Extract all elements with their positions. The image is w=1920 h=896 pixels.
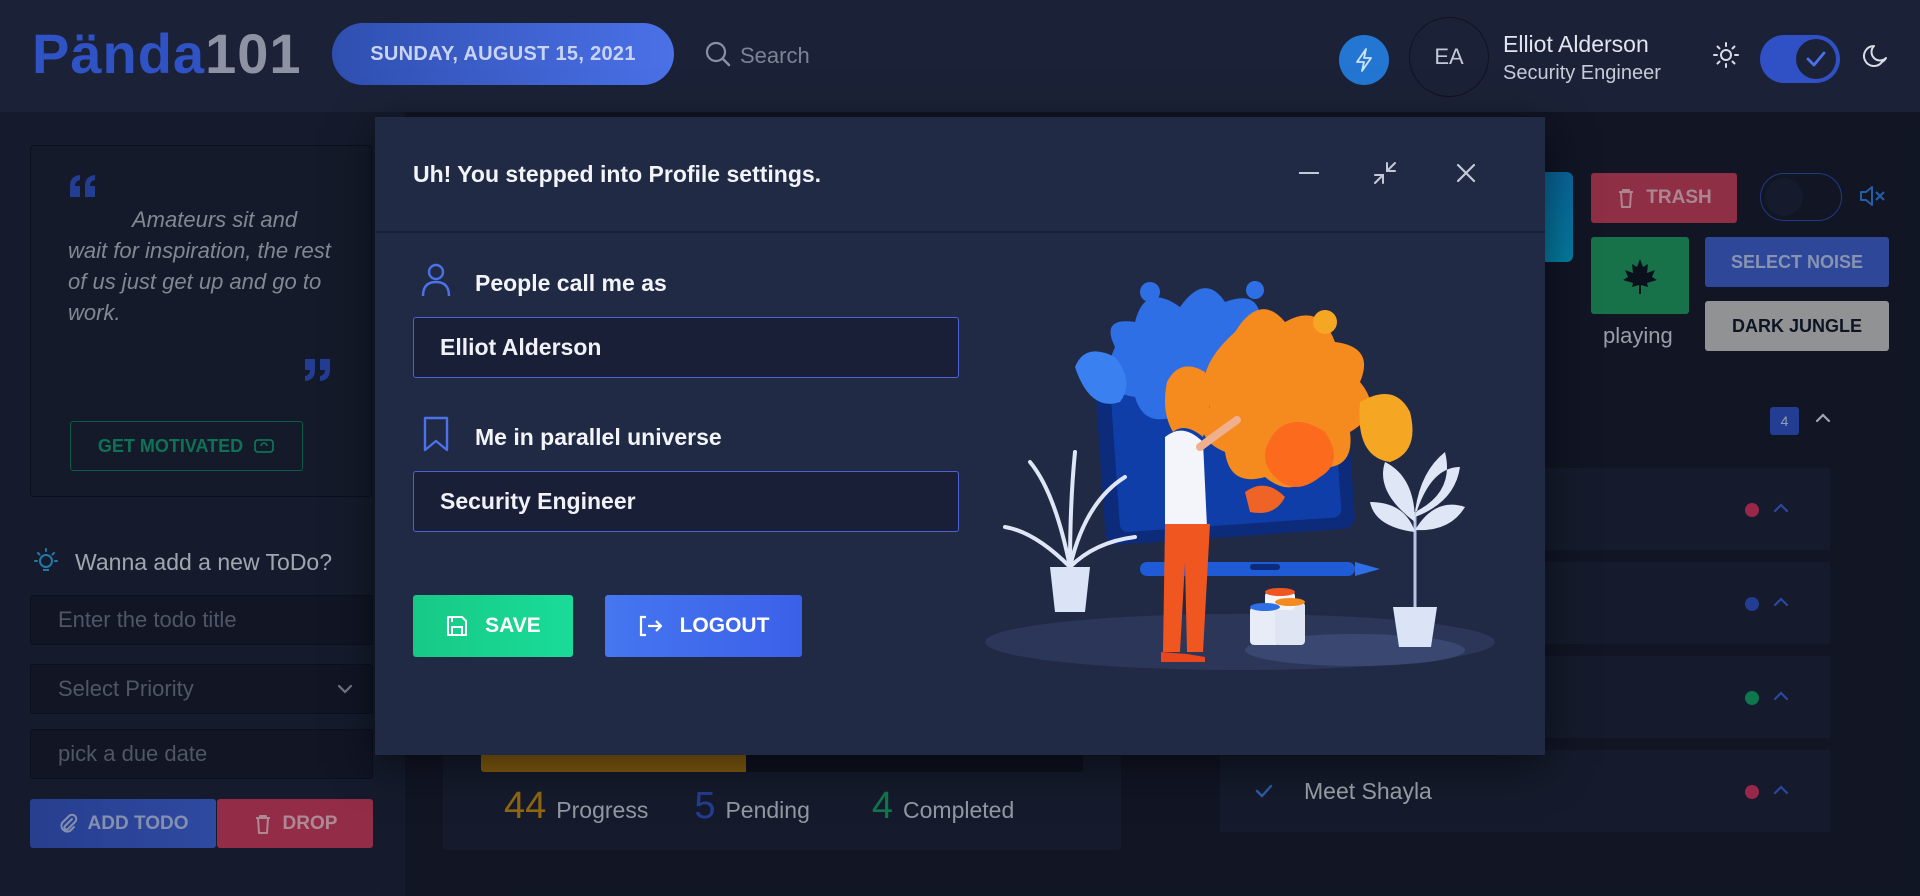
date-pill: SUNDAY, AUGUST 15, 2021 bbox=[332, 23, 674, 85]
avatar[interactable]: EA bbox=[1409, 17, 1489, 97]
save-label: SAVE bbox=[485, 614, 541, 637]
modal-divider bbox=[375, 231, 1545, 233]
modal-title: Uh! You stepped into Profile settings. bbox=[413, 161, 822, 187]
save-button[interactable]: SAVE bbox=[413, 595, 573, 657]
floppy-disk-icon bbox=[447, 616, 468, 636]
logout-button[interactable]: LOGOUT bbox=[605, 595, 802, 657]
logout-label: LOGOUT bbox=[679, 614, 770, 637]
lightning-icon bbox=[1356, 48, 1372, 72]
toggle-knob bbox=[1796, 39, 1836, 79]
user-role: Security Engineer bbox=[1503, 62, 1661, 84]
minimize-icon[interactable] bbox=[1296, 162, 1322, 184]
theme-toggle[interactable] bbox=[1760, 35, 1840, 83]
logo-text-secondary: 101 bbox=[205, 22, 302, 85]
name-field-label: People call me as bbox=[475, 270, 667, 296]
search-icon bbox=[704, 40, 732, 68]
logout-icon bbox=[639, 615, 662, 637]
quick-action-button[interactable] bbox=[1339, 35, 1389, 85]
name-input[interactable] bbox=[413, 317, 959, 378]
collapse-icon[interactable] bbox=[1372, 160, 1398, 186]
person-icon bbox=[420, 262, 452, 298]
sun-icon[interactable] bbox=[1712, 41, 1740, 69]
close-icon[interactable] bbox=[1455, 162, 1477, 184]
search-input[interactable] bbox=[740, 36, 1040, 76]
bookmark-icon bbox=[420, 416, 452, 452]
user-name: Elliot Alderson bbox=[1503, 31, 1649, 57]
role-input[interactable] bbox=[413, 471, 959, 532]
check-icon bbox=[1806, 51, 1826, 67]
moon-icon[interactable] bbox=[1862, 42, 1890, 70]
role-field-label: Me in parallel universe bbox=[475, 424, 722, 450]
artist-illustration bbox=[975, 262, 1500, 682]
app-logo[interactable]: Pända101 bbox=[32, 22, 302, 86]
logo-text-primary: Pända bbox=[32, 22, 206, 85]
